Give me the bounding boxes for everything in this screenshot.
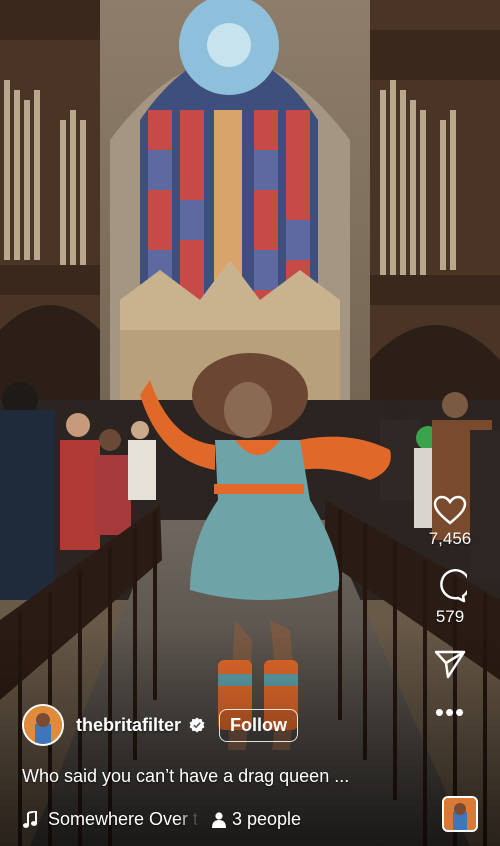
action-rail: 7,456 579 ••• bbox=[412, 495, 488, 727]
comment-count: 579 bbox=[435, 607, 465, 626]
audio-thumbnail[interactable] bbox=[442, 796, 478, 832]
share-button[interactable] bbox=[434, 649, 466, 679]
audio-cover-image bbox=[444, 798, 476, 830]
caption[interactable]: Who said you can’t have a drag queen ... bbox=[22, 766, 410, 787]
tagged-people[interactable]: 3 people bbox=[232, 809, 301, 830]
avatar[interactable] bbox=[22, 704, 64, 746]
send-icon bbox=[434, 650, 466, 679]
music-note-icon bbox=[23, 810, 37, 828]
comment-button[interactable]: 579 bbox=[433, 569, 467, 627]
avatar-image bbox=[24, 706, 62, 744]
audio-track[interactable]: Somewhere Over the Rainbow bbox=[48, 809, 200, 830]
person-icon bbox=[212, 811, 226, 828]
user-row: thebritafilter Follow bbox=[22, 704, 410, 746]
more-button[interactable]: ••• bbox=[434, 697, 466, 727]
like-button[interactable]: 7,456 bbox=[428, 495, 472, 549]
like-count: 7,456 bbox=[428, 529, 472, 548]
follow-button[interactable]: Follow bbox=[219, 708, 299, 742]
heart-icon bbox=[433, 495, 467, 525]
username[interactable]: thebritafilter bbox=[76, 715, 181, 736]
audio-row: Somewhere Over the Rainbow 3 people bbox=[22, 809, 410, 830]
more-icon: ••• bbox=[434, 697, 466, 727]
verified-badge-icon bbox=[189, 717, 205, 733]
comment-icon bbox=[440, 569, 467, 603]
post-info: thebritafilter Follow Who said you can’t… bbox=[22, 704, 410, 830]
